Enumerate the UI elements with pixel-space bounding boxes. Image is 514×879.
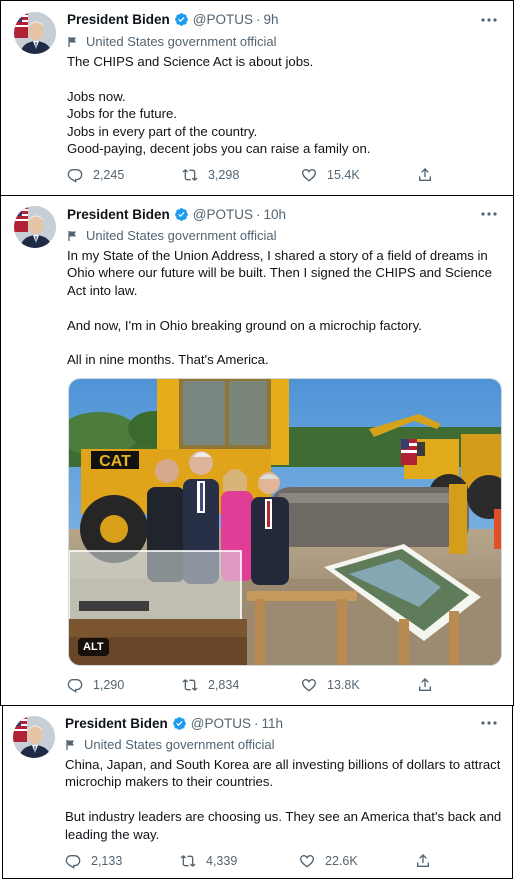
like-icon (299, 853, 315, 869)
government-flag-icon (65, 739, 77, 751)
reply-icon (65, 853, 81, 869)
government-flag-icon (67, 230, 79, 242)
reply-icon (67, 677, 83, 693)
reply-icon (67, 167, 83, 183)
retweet-button[interactable]: 4,339 (180, 853, 237, 869)
retweet-icon (182, 167, 198, 183)
tweet-text-line: leading the way. (65, 826, 160, 842)
more-options-icon[interactable] (479, 716, 499, 730)
tweet-text-line: Ohio where our future will be built. The… (67, 265, 492, 281)
verified-badge-icon (172, 716, 187, 731)
share-icon (417, 167, 433, 183)
timestamp[interactable]: 9h (264, 12, 279, 27)
groundbreaking-photo: CAT (69, 379, 501, 665)
official-label-text: United States government official (84, 737, 275, 752)
tweet-text: China, Japan, and South Korea are all in… (65, 756, 509, 843)
tweet-text: The CHIPS and Science Act is about jobs.… (67, 53, 497, 157)
like-icon (301, 167, 317, 183)
tweet-actions: 1,290 2,834 13.8K (67, 676, 507, 694)
author-name[interactable]: President Biden (67, 207, 170, 222)
reply-button[interactable]: 2,245 (67, 167, 124, 183)
like-count: 22.6K (325, 854, 358, 868)
retweet-button[interactable]: 3,298 (182, 167, 239, 183)
author-handle[interactable]: @POTUS (191, 716, 251, 731)
timestamp[interactable]: 11h (262, 716, 284, 731)
share-button[interactable] (417, 167, 443, 183)
verified-badge-icon (174, 12, 189, 27)
official-label-text: United States government official (86, 228, 277, 243)
tweet-text-line: The CHIPS and Science Act is about jobs. (67, 54, 314, 69)
tweet-header: President Biden @POTUS · 10h (67, 207, 286, 222)
tweet-text-line: Jobs in every part of the country. (67, 123, 258, 139)
reply-count: 2,245 (93, 168, 125, 182)
reply-button[interactable]: 2,133 (65, 853, 122, 869)
machine-brand-text: CAT (99, 453, 131, 470)
share-button[interactable] (415, 853, 441, 869)
avatar[interactable] (13, 716, 55, 758)
separator-dot: · (256, 12, 261, 27)
timeline-feed: President Biden @POTUS · 9h United State… (0, 0, 514, 879)
separator-dot: · (256, 207, 261, 222)
tweet-header: President Biden @POTUS · 11h (65, 716, 283, 731)
tweet-text-line: But industry leaders are choosing us. Th… (65, 809, 502, 825)
tweet[interactable]: President Biden @POTUS · 10h United Stat… (0, 196, 514, 706)
tweet-text-line: microchip makers to their countries. (65, 774, 274, 790)
tweet-text-line: In my State of the Union Address, I shar… (67, 248, 488, 263)
official-label: United States government official (67, 34, 277, 49)
like-button[interactable]: 15.4K (301, 167, 360, 183)
reply-button[interactable]: 1,290 (67, 677, 124, 693)
tweet-text-line: Good-paying, decent jobs you can raise a… (67, 141, 371, 157)
tweet-text-line: China, Japan, and South Korea are all in… (65, 757, 501, 772)
share-icon (415, 853, 431, 869)
like-button[interactable]: 22.6K (299, 853, 358, 869)
more-options-icon[interactable] (479, 13, 499, 27)
tweet-text-line: And now, I'm in Ohio breaking ground on … (67, 317, 422, 333)
tweet-photo[interactable]: CAT ALT (68, 378, 502, 666)
retweet-icon (180, 853, 196, 869)
alt-text-badge[interactable]: ALT (78, 638, 109, 656)
reply-count: 2,133 (91, 854, 123, 868)
tweet-text-line: Jobs now. (67, 88, 126, 104)
share-icon (417, 677, 433, 693)
retweet-count: 3,298 (208, 168, 240, 182)
tweet-actions: 2,133 4,339 22.6K (65, 852, 509, 870)
official-label-text: United States government official (86, 34, 277, 49)
more-options-icon[interactable] (479, 207, 499, 221)
tweet-text-line: Jobs for the future. (67, 106, 177, 122)
tweet[interactable]: President Biden @POTUS · 11h United Stat… (2, 706, 513, 879)
government-flag-icon (67, 36, 79, 48)
tweet-actions: 2,245 3,298 15.4K (67, 166, 507, 184)
retweet-button[interactable]: 2,834 (182, 677, 239, 693)
author-name[interactable]: President Biden (67, 12, 170, 27)
tweet[interactable]: President Biden @POTUS · 9h United State… (0, 0, 514, 196)
official-label: United States government official (65, 737, 275, 752)
tweet-text-line: Act into law. (67, 282, 138, 298)
avatar[interactable] (14, 12, 56, 54)
retweet-count: 2,834 (208, 678, 240, 692)
like-count: 15.4K (327, 168, 360, 182)
like-count: 13.8K (327, 678, 360, 692)
retweet-count: 4,339 (206, 854, 238, 868)
author-handle[interactable]: @POTUS (193, 12, 253, 27)
reply-count: 1,290 (93, 678, 125, 692)
author-handle[interactable]: @POTUS (193, 207, 253, 222)
official-label: United States government official (67, 228, 277, 243)
tweet-header: President Biden @POTUS · 9h (67, 12, 279, 27)
author-name[interactable]: President Biden (65, 716, 168, 731)
tweet-text-line: All in nine months. That's America. (67, 352, 269, 368)
share-button[interactable] (417, 677, 443, 693)
verified-badge-icon (174, 207, 189, 222)
avatar[interactable] (14, 206, 56, 248)
separator-dot: · (254, 716, 259, 731)
timestamp[interactable]: 10h (264, 207, 287, 222)
like-button[interactable]: 13.8K (301, 677, 360, 693)
retweet-icon (182, 677, 198, 693)
like-icon (301, 677, 317, 693)
tweet-text: In my State of the Union Address, I shar… (67, 247, 507, 369)
